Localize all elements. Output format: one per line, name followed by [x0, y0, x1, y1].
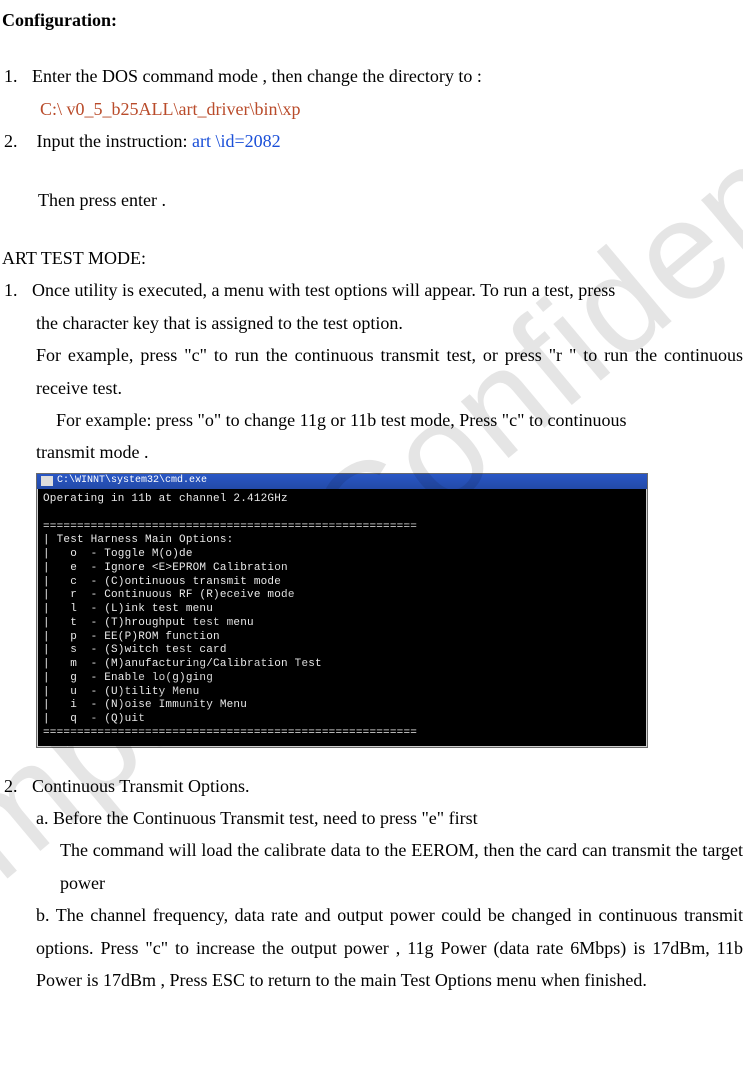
art-heading: ART TEST MODE:	[0, 242, 743, 274]
config-heading: Configuration:	[2, 4, 743, 36]
term-header: | Test Harness Main Options:	[43, 534, 233, 546]
step2-number: 2.	[4, 125, 32, 157]
document-body: Configuration: 1.Enter the DOS command m…	[0, 4, 743, 996]
terminal-body: Operating in 11b at channel 2.412GHz ===…	[37, 489, 647, 747]
term-opt-l: | l - (L)ink test menu	[43, 603, 213, 615]
term-opt-o: | o - Toggle M(o)de	[43, 548, 193, 560]
art2-line: 2.Continuous Transmit Options.	[0, 770, 743, 802]
art1-p3-l2: transmit mode .	[0, 436, 743, 468]
art2-a-body: The command will load the calibrate data…	[0, 834, 743, 899]
term-opt-c: | c - (C)ontinuous transmit mode	[43, 576, 281, 588]
step2-line: 2. Input the instruction: art \id=2082	[0, 125, 743, 157]
term-opt-u: | u - (U)tility Menu	[43, 686, 199, 698]
art2-b: b. The channel frequency, data rate and …	[0, 899, 743, 996]
term-opt-t: | t - (T)hroughput test menu	[43, 617, 254, 629]
term-opt-q: | q - (Q)uit	[43, 713, 145, 725]
step1-path-line: C:\ v0_5_b25ALL\art_driver\bin\xp	[0, 93, 743, 125]
art1-line1: 1.Once utility is executed, a menu with …	[0, 274, 743, 306]
term-opt-g: | g - Enable lo(g)ging	[43, 672, 213, 684]
art2-title: Continuous Transmit Options.	[32, 776, 250, 796]
step2-command: art \id=2082	[192, 131, 281, 151]
term-sep1: ========================================…	[43, 521, 417, 533]
term-sep2: ========================================…	[43, 727, 417, 739]
term-opt-i: | i - (N)oise Immunity Menu	[43, 699, 247, 711]
art1-p1-rest: the character key that is assigned to th…	[0, 307, 743, 339]
art2-a-label: a. Before the Continuous Transmit test, …	[0, 802, 743, 834]
step1-path: C:\ v0_5_b25ALL\art_driver\bin\xp	[40, 99, 300, 119]
term-opt-p: | p - EE(P)ROM function	[43, 631, 220, 643]
art1-p3-l1: For example: press "o" to change 11g or …	[0, 404, 743, 436]
cmd-icon	[41, 476, 53, 486]
art1-p2: For example, press "c" to run the contin…	[0, 339, 743, 404]
art1-p1-start: Once utility is executed, a menu with te…	[32, 280, 615, 300]
step2-then: Then press enter .	[0, 184, 743, 216]
term-opt-r: | r - Continuous RF (R)eceive mode	[43, 589, 295, 601]
terminal-titlebar: C:\WINNT\system32\cmd.exe	[37, 474, 647, 490]
step1-line: 1.Enter the DOS command mode , then chan…	[0, 60, 743, 92]
term-opt-s: | s - (S)witch test card	[43, 644, 227, 656]
step1-text: Enter the DOS command mode , then change…	[32, 66, 482, 86]
step1-number: 1.	[4, 60, 32, 92]
art1-number: 1.	[4, 274, 32, 306]
step2-text: Input the instruction:	[32, 131, 192, 151]
term-line-op: Operating in 11b at channel 2.412GHz	[43, 493, 288, 505]
art2-number: 2.	[4, 770, 32, 802]
terminal-title: C:\WINNT\system32\cmd.exe	[57, 475, 207, 488]
term-opt-m: | m - (M)anufacturing/Calibration Test	[43, 658, 322, 670]
term-opt-e: | e - Ignore <E>EPROM Calibration	[43, 562, 288, 574]
terminal-screenshot: C:\WINNT\system32\cmd.exe Operating in 1…	[36, 473, 648, 748]
